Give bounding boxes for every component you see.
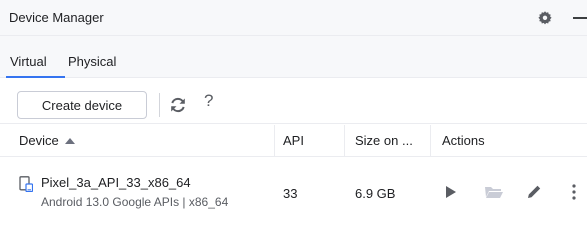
column-header-device[interactable]: Device: [19, 133, 75, 148]
tab-bar: Virtual Physical: [0, 36, 587, 78]
device-api: 33: [283, 186, 298, 201]
column-header-device-label: Device: [19, 133, 59, 148]
gear-icon[interactable]: [537, 10, 553, 26]
device-name: Pixel_3a_API_33_x86_64: [41, 175, 191, 190]
toolbar-separator: [159, 93, 160, 117]
folder-icon[interactable]: [484, 183, 504, 201]
launch-icon[interactable]: [444, 183, 458, 201]
sort-ascending-icon: [64, 137, 75, 144]
window-title: Device Manager: [9, 10, 104, 25]
edit-icon[interactable]: [525, 183, 543, 201]
device-details: Android 13.0 Google APIs | x86_64: [41, 195, 229, 209]
table-header: Device API Size on ... Actions: [0, 125, 587, 157]
title-bar: Device Manager: [0, 0, 587, 36]
phone-icon: [19, 176, 33, 192]
minimize-icon[interactable]: [573, 17, 587, 19]
column-divider[interactable]: [274, 125, 275, 157]
toolbar: Create device ?: [0, 79, 587, 124]
device-size: 6.9 GB: [355, 186, 396, 201]
tab-physical[interactable]: Physical: [68, 54, 116, 69]
help-icon[interactable]: ?: [204, 91, 213, 111]
refresh-icon[interactable]: [168, 95, 188, 115]
more-icon[interactable]: [571, 183, 577, 201]
column-header-size[interactable]: Size on ...: [355, 133, 413, 148]
selected-tab-indicator: [6, 76, 65, 78]
column-header-api[interactable]: API: [283, 133, 304, 148]
column-divider[interactable]: [430, 125, 431, 157]
column-divider[interactable]: [344, 125, 345, 157]
column-header-actions: Actions: [442, 133, 485, 148]
tab-virtual[interactable]: Virtual: [10, 54, 47, 69]
create-device-button[interactable]: Create device: [17, 91, 147, 119]
